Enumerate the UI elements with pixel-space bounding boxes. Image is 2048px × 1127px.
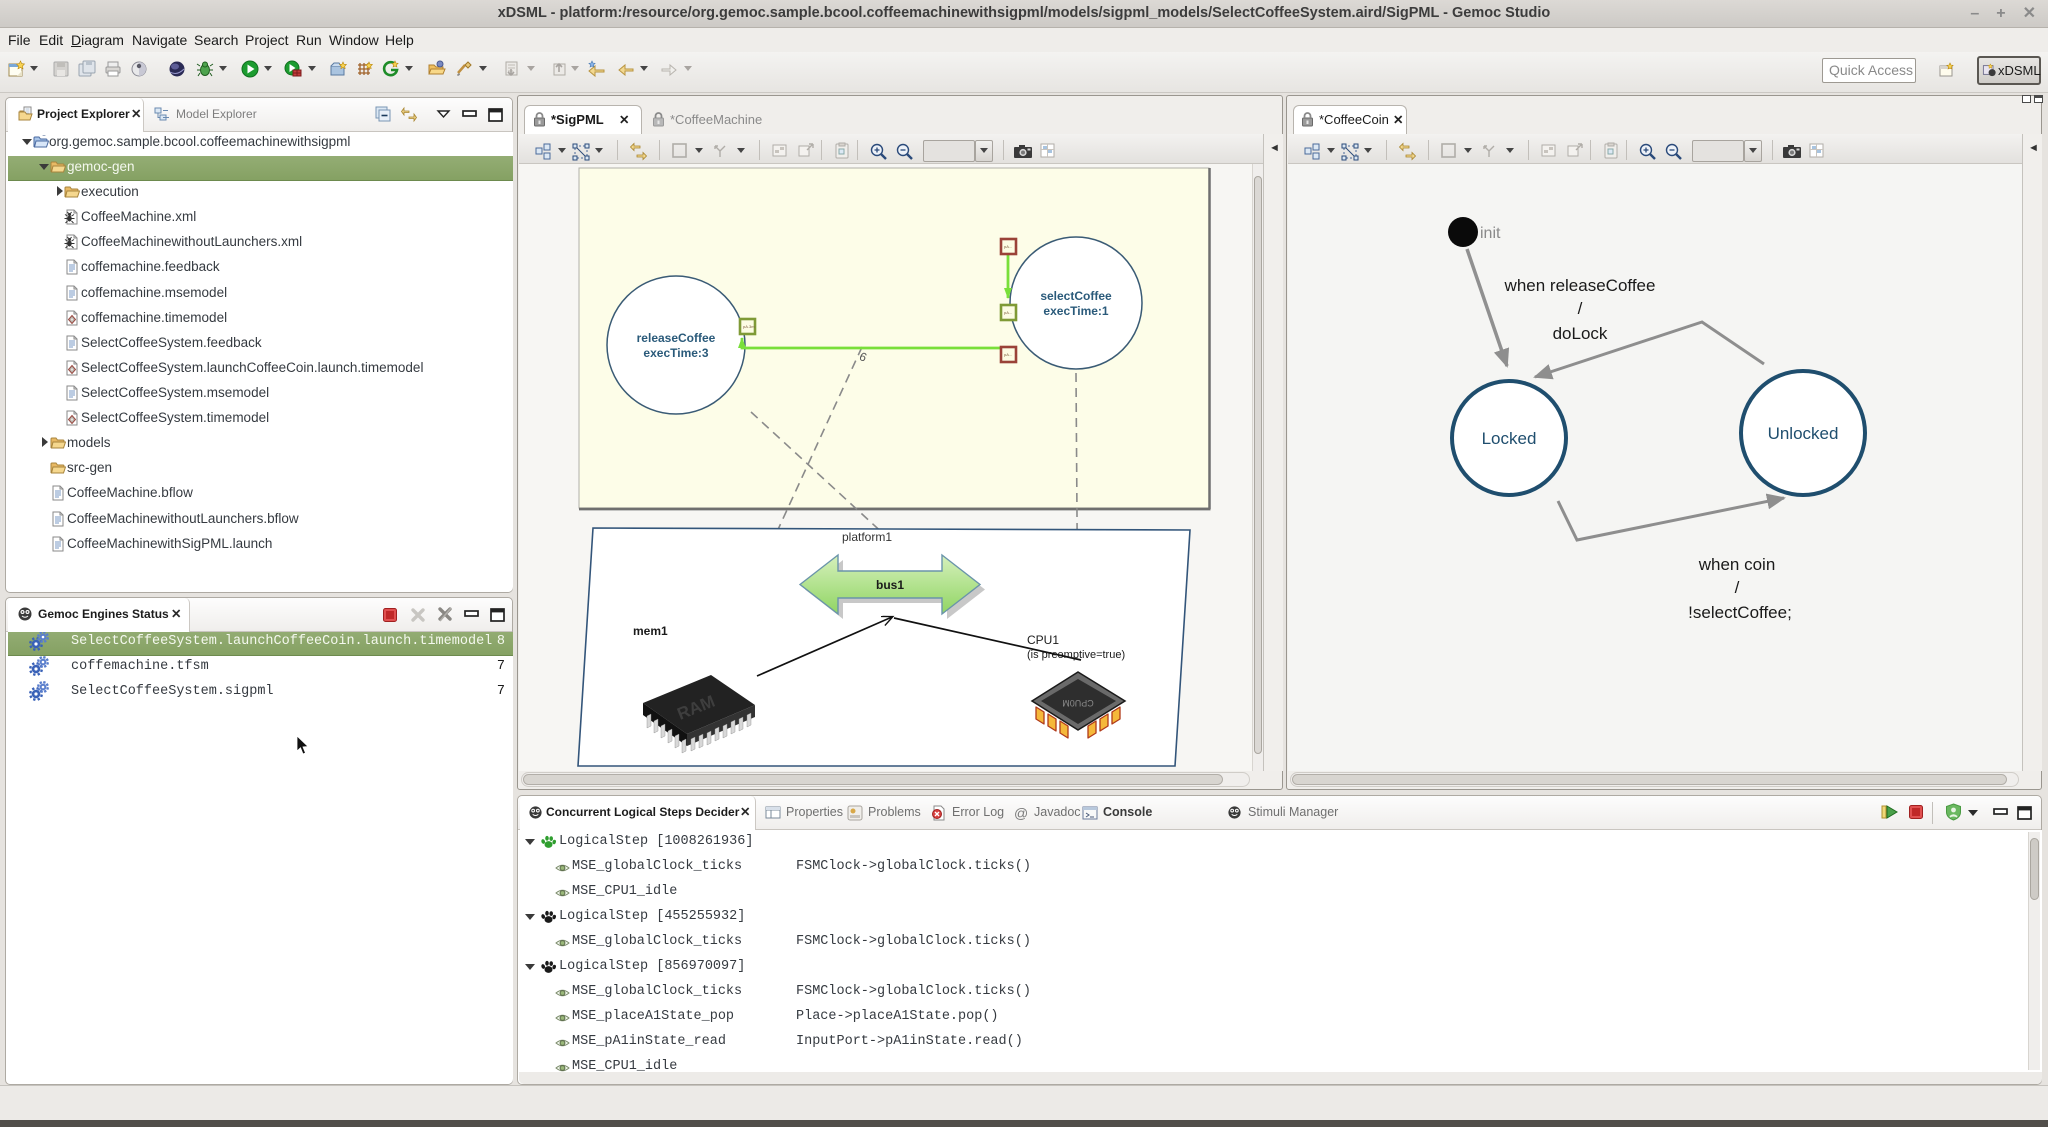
svg-text:execTime:3: execTime:3 bbox=[643, 346, 708, 360]
svg-text:mem1: mem1 bbox=[633, 624, 668, 638]
svg-text:platform1: platform1 bbox=[842, 530, 892, 544]
svg-text:releaseCoffee: releaseCoffee bbox=[637, 331, 716, 345]
svg-text:pA.3m: pA.3m bbox=[743, 324, 755, 329]
svg-text:/: / bbox=[1735, 578, 1740, 597]
svg-text:pA...: pA... bbox=[1004, 310, 1012, 315]
svg-text:CPU0M: CPU0M bbox=[1062, 698, 1094, 708]
svg-text:selectCoffee: selectCoffee bbox=[1040, 289, 1112, 303]
svg-text:when coin: when coin bbox=[1698, 555, 1776, 574]
svg-text:@: @ bbox=[1014, 805, 1028, 821]
svg-text:CPU1: CPU1 bbox=[1027, 633, 1059, 647]
svg-text:init: init bbox=[1480, 225, 1501, 242]
svg-text:pA...: pA... bbox=[1004, 352, 1012, 357]
svg-text:Unlocked: Unlocked bbox=[1768, 424, 1839, 443]
svg-text:Locked: Locked bbox=[1482, 429, 1537, 448]
svg-text:(is preemptive=true): (is preemptive=true) bbox=[1027, 649, 1125, 661]
svg-text:when releaseCoffee: when releaseCoffee bbox=[1504, 276, 1656, 295]
svg-text:bus1: bus1 bbox=[876, 578, 904, 592]
svg-text:/: / bbox=[1578, 299, 1583, 318]
svg-text:execTime:1: execTime:1 bbox=[1043, 304, 1108, 318]
svg-text:pA...: pA... bbox=[1004, 244, 1012, 249]
svg-text:doLock: doLock bbox=[1553, 324, 1608, 343]
svg-text:!selectCoffee;: !selectCoffee; bbox=[1688, 603, 1792, 622]
